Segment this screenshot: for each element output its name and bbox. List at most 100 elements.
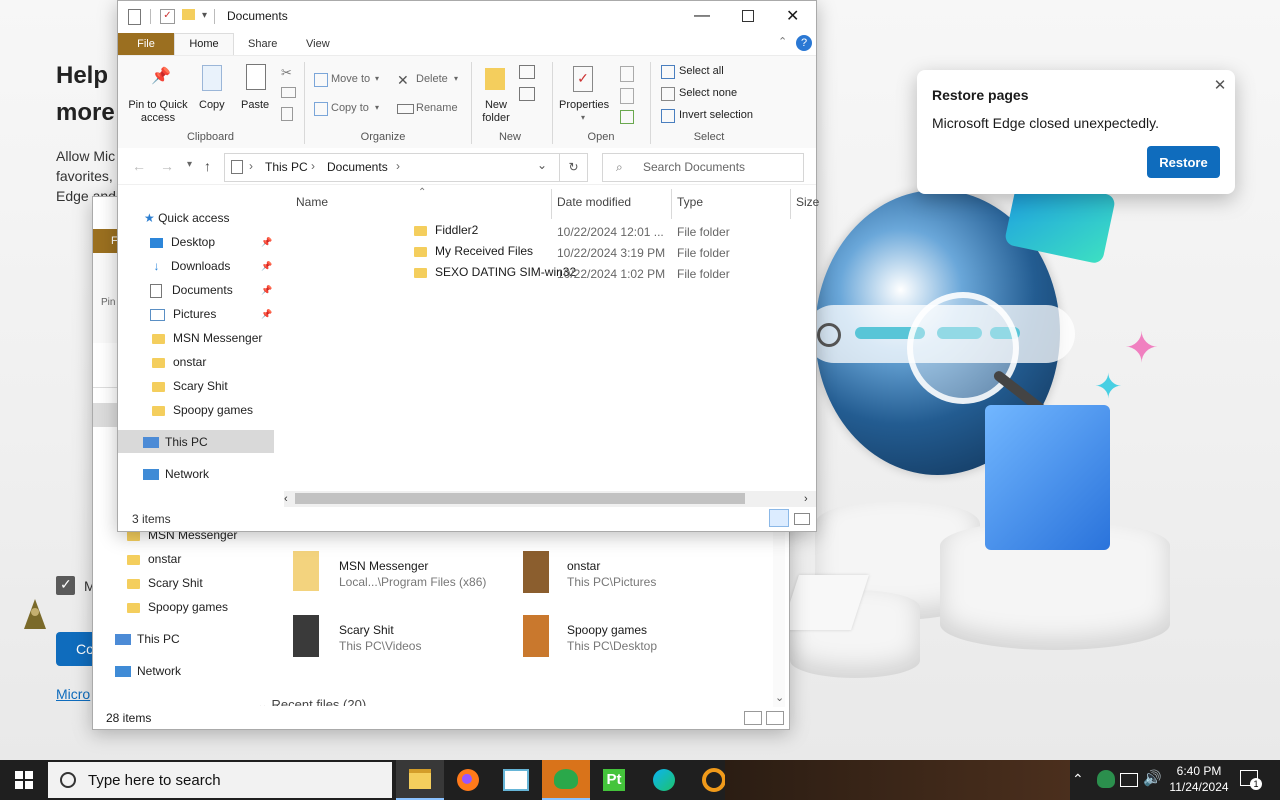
taskbar-search[interactable]: Type here to search [48,762,392,798]
scroll-left-icon[interactable]: ‹ [284,493,288,505]
nav-spoopy-games[interactable]: Spoopy games [152,400,253,420]
back-nav-item-scary-shit[interactable]: Scary Shit [127,573,203,593]
messenger-tray-icon[interactable] [1097,770,1115,788]
qat-dropdown-icon[interactable]: ▾ [202,10,207,21]
open-icon[interactable] [620,66,634,82]
scroll-down-icon[interactable]: ⌄ [775,691,784,704]
back-nav-item-onstar[interactable]: onstar [127,549,181,569]
file-explorer-icon[interactable] [396,760,444,800]
select-none-button[interactable]: Select none [679,87,737,99]
firefox-icon[interactable] [444,760,492,800]
properties-qat-icon[interactable]: ✓ [160,9,175,24]
chevron-down-icon[interactable]: ⌄ [537,158,547,172]
frequent-scary-name[interactable]: Scary Shit [339,623,394,637]
column-divider[interactable] [790,189,791,219]
table-row[interactable]: SEXO DATING SIM-win32 [414,265,576,285]
forward-arrow-icon[interactable]: → [160,158,174,174]
frequent-onstar-name[interactable]: onstar [567,559,600,573]
recent-locations-icon[interactable]: ▾ [187,159,192,170]
pin-icon[interactable]: 📌 [261,309,272,320]
paste-button[interactable]: Paste [241,99,269,111]
invert-selection-button[interactable]: Invert selection [679,109,753,121]
delete-button[interactable]: Delete [416,73,448,85]
large-icons-view-icon[interactable] [766,711,784,725]
quick-access[interactable]: ★ Quick access [144,208,229,228]
horizontal-scroll-thumb[interactable] [295,493,745,504]
start-button[interactable] [0,760,48,800]
tab-file[interactable]: File [118,33,174,55]
select-all-button[interactable]: Select all [679,65,724,77]
collapse-ribbon-icon[interactable]: ⌃ [778,35,787,48]
volume-icon[interactable]: 🔊 [1143,769,1162,787]
table-row[interactable]: Fiddler2 [414,223,478,243]
paste-shortcut-icon[interactable] [281,107,293,121]
pin-icon[interactable]: 📌 [261,237,272,248]
nav-pictures[interactable]: Pictures [150,304,216,324]
delete-dropdown-icon[interactable]: ▾ [454,74,458,83]
restore-button[interactable]: Restore [1147,146,1220,178]
minimize-icon[interactable]: — [694,7,710,25]
large-icons-view-icon[interactable] [794,513,810,525]
rename-button[interactable]: Rename [416,102,458,114]
properties-button[interactable]: Properties [559,99,609,111]
pin-icon[interactable]: 📌 [261,261,272,272]
column-name[interactable]: Name [296,195,328,209]
clock[interactable]: 6:40 PM 11/24/2024 [1168,763,1230,795]
details-view-icon[interactable] [769,509,789,527]
edge-icon[interactable] [640,760,688,800]
tab-home[interactable]: Home [174,33,234,56]
nav-scary-shit[interactable]: Scary Shit [152,376,228,396]
nav-onstar[interactable]: onstar [152,352,206,372]
column-divider[interactable] [671,189,672,219]
nav-documents[interactable]: Documents [150,280,233,300]
details-view-icon[interactable] [744,711,762,725]
tab-view[interactable]: View [306,34,330,54]
copy-button[interactable]: Copy [199,99,225,111]
copy-path-icon[interactable] [281,87,296,98]
table-row[interactable]: My Received Files [414,244,533,264]
back-arrow-icon[interactable]: ← [132,158,146,174]
recent-files-header[interactable]: ⌄ Recent files (20) [257,697,366,706]
column-date-modified[interactable]: Date modified [557,195,631,209]
nav-msn-messenger[interactable]: MSN Messenger [152,328,262,348]
column-size[interactable]: Size [796,195,819,209]
nav-network[interactable]: Network [143,464,209,484]
explorer-back-file-tab[interactable]: F [93,229,118,253]
nav-desktop[interactable]: Desktop [150,232,215,252]
pin-icon[interactable]: 📌 [261,285,272,296]
messenger-icon[interactable] [542,760,590,800]
maximize-icon[interactable] [742,10,754,22]
address-bar[interactable]: › This PC › Documents › ⌄ [224,153,560,182]
move-to-dropdown-icon[interactable]: ▾ [375,74,379,83]
search-input[interactable]: ⌕ Search Documents [602,153,804,182]
edit-icon[interactable] [620,88,634,104]
up-arrow-icon[interactable]: ↑ [204,158,211,174]
help-icon[interactable]: ? [796,35,812,51]
nav-this-pc[interactable]: This PC [143,432,208,452]
tab-share[interactable]: Share [248,34,277,54]
edge-continue-button[interactable]: Co [56,632,96,666]
explorer-back-scrollbar[interactable] [773,531,785,707]
back-nav-this-pc[interactable]: This PC [115,629,180,649]
new-folder-qat-icon[interactable] [182,9,195,20]
network-tray-icon[interactable] [1120,773,1138,787]
back-nav-item-spoopy-games[interactable]: Spoopy games [127,597,228,617]
new-folder-button[interactable]: New folder [478,99,514,125]
cut-icon[interactable]: ✂ [281,65,292,81]
history-icon[interactable] [620,110,634,124]
back-nav-network[interactable]: Network [115,661,181,681]
frequent-spoopy-name[interactable]: Spoopy games [567,623,647,637]
column-type[interactable]: Type [677,195,703,209]
properties-dropdown-icon[interactable]: ▾ [581,113,585,122]
close-icon[interactable]: ✕ [786,6,799,26]
pt-icon[interactable]: Pt [590,760,638,800]
refresh-icon[interactable]: ↻ [559,153,588,182]
copy-to-dropdown-icon[interactable]: ▾ [375,103,379,112]
breadcrumb-documents[interactable]: Documents [327,160,388,174]
nav-downloads[interactable]: ↓ Downloads [150,256,231,276]
hidden-icons-icon[interactable]: ⌃ [1072,771,1084,788]
close-icon[interactable]: ✕ [1211,76,1229,94]
breadcrumb-this-pc[interactable]: This PC [265,160,308,174]
frequent-msn-name[interactable]: MSN Messenger [339,559,428,573]
new-item-icon[interactable] [519,65,535,79]
